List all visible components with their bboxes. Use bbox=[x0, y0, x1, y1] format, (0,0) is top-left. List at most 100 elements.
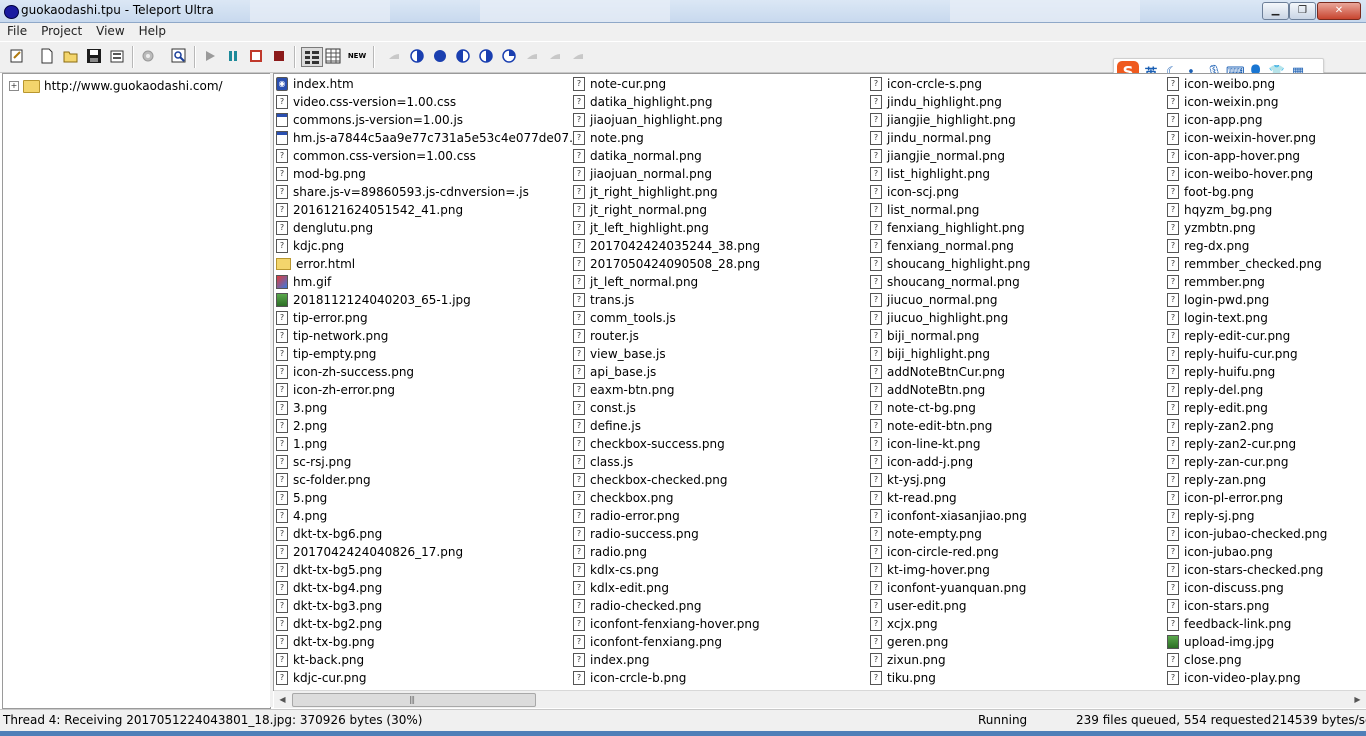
file-list-item[interactable]: ? note.png bbox=[573, 129, 760, 147]
file-list-item[interactable]: ? list_normal.png bbox=[870, 201, 1030, 219]
file-list-item[interactable]: ? jindu_normal.png bbox=[870, 129, 1030, 147]
speed-1-icon[interactable] bbox=[386, 48, 402, 64]
file-list-item[interactable]: ? datika_highlight.png bbox=[573, 93, 760, 111]
file-list-item[interactable]: ? reply-huifu.png bbox=[1167, 363, 1327, 381]
file-list-item[interactable]: ? kdlx-cs.png bbox=[573, 561, 760, 579]
file-list-item[interactable]: ? geren.png bbox=[870, 633, 1030, 651]
file-list-item[interactable]: ? biji_highlight.png bbox=[870, 345, 1030, 363]
file-list-item[interactable]: ? icon-crcle-b.png bbox=[573, 669, 760, 687]
file-list-item[interactable]: ? iconfont-fenxiang.png bbox=[573, 633, 760, 651]
file-list-item[interactable]: ? jt_right_highlight.png bbox=[573, 183, 760, 201]
file-list-item[interactable]: ? icon-circle-red.png bbox=[870, 543, 1030, 561]
file-list-item[interactable]: ? note-ct-bg.png bbox=[870, 399, 1030, 417]
file-list-item[interactable]: ? kdjc.png bbox=[276, 237, 582, 255]
file-list-item[interactable]: ? icon-pl-error.png bbox=[1167, 489, 1327, 507]
file-list-item[interactable]: ? zixun.png bbox=[870, 651, 1030, 669]
list-view-icon[interactable] bbox=[325, 48, 341, 64]
file-list[interactable]: ◉ index.htm? video.css-version=1.00.css com… bbox=[273, 73, 1366, 691]
file-list-item[interactable]: ? 4.png bbox=[276, 507, 582, 525]
file-list-item[interactable]: ? reply-edit.png bbox=[1167, 399, 1327, 417]
file-list-item[interactable]: ? 5.png bbox=[276, 489, 582, 507]
close-button[interactable]: ✕ bbox=[1317, 2, 1361, 20]
preview-icon[interactable] bbox=[171, 48, 187, 64]
file-list-item[interactable]: ? remmber_checked.png bbox=[1167, 255, 1327, 273]
file-list-item[interactable]: ? icon-stars.png bbox=[1167, 597, 1327, 615]
file-list-item[interactable]: ? const.js bbox=[573, 399, 760, 417]
file-list-item[interactable]: ? yzmbtn.png bbox=[1167, 219, 1327, 237]
speed-4-icon[interactable] bbox=[455, 48, 471, 64]
file-list-item[interactable]: ? jt_right_normal.png bbox=[573, 201, 760, 219]
speed-8-icon[interactable] bbox=[547, 48, 563, 64]
pause-icon[interactable] bbox=[225, 48, 241, 64]
file-list-item[interactable]: ? kt-read.png bbox=[870, 489, 1030, 507]
file-list-item[interactable]: ? dkt-tx-bg5.png bbox=[276, 561, 582, 579]
file-list-item[interactable]: ? denglutu.png bbox=[276, 219, 582, 237]
file-list-item[interactable]: ? feedback-link.png bbox=[1167, 615, 1327, 633]
file-list-item[interactable]: ? addNoteBtn.png bbox=[870, 381, 1030, 399]
new-project-icon[interactable] bbox=[9, 48, 25, 64]
tree-node-root[interactable]: + http://www.guokaodashi.com/ bbox=[9, 79, 223, 93]
open-icon[interactable] bbox=[63, 48, 79, 64]
file-list-item[interactable]: ? icon-weixin.png bbox=[1167, 93, 1327, 111]
file-list-item[interactable]: ? jiucuo_normal.png bbox=[870, 291, 1030, 309]
file-list-item[interactable]: 2018112124040203_65-1.jpg bbox=[276, 291, 582, 309]
file-list-item[interactable]: ? dkt-tx-bg4.png bbox=[276, 579, 582, 597]
menu-help[interactable]: Help bbox=[132, 23, 173, 39]
file-list-item[interactable]: ? tiku.png bbox=[870, 669, 1030, 687]
speed-7-icon[interactable] bbox=[524, 48, 540, 64]
file-list-item[interactable]: ? biji_normal.png bbox=[870, 327, 1030, 345]
new-view-icon[interactable]: NEW bbox=[347, 48, 367, 64]
file-list-item[interactable]: ? mod-bg.png bbox=[276, 165, 582, 183]
file-list-item[interactable]: ? router.js bbox=[573, 327, 760, 345]
speed-3-icon[interactable] bbox=[432, 48, 448, 64]
file-list-item[interactable]: ? icon-video-play.png bbox=[1167, 669, 1327, 687]
file-list-item[interactable]: ? icon-crcle-s.png bbox=[870, 75, 1030, 93]
file-list-item[interactable]: ? share.js-v=89860593.js-cdnversion=.js bbox=[276, 183, 582, 201]
file-list-item[interactable]: hm.gif bbox=[276, 273, 582, 291]
file-list-item[interactable]: ? list_highlight.png bbox=[870, 165, 1030, 183]
file-list-item[interactable]: ? comm_tools.js bbox=[573, 309, 760, 327]
file-list-item[interactable]: ? checkbox.png bbox=[573, 489, 760, 507]
file-list-item[interactable]: ? datika_normal.png bbox=[573, 147, 760, 165]
file-list-item[interactable]: ? icon-jubao-checked.png bbox=[1167, 525, 1327, 543]
file-list-item[interactable]: ? note-edit-btn.png bbox=[870, 417, 1030, 435]
file-list-item[interactable]: ? foot-bg.png bbox=[1167, 183, 1327, 201]
file-list-item[interactable]: ? login-pwd.png bbox=[1167, 291, 1327, 309]
file-list-item[interactable]: ? icon-add-j.png bbox=[870, 453, 1030, 471]
file-list-item[interactable]: ? reply-huifu-cur.png bbox=[1167, 345, 1327, 363]
file-list-item[interactable]: ? icon-stars-checked.png bbox=[1167, 561, 1327, 579]
file-list-item[interactable]: ? checkbox-checked.png bbox=[573, 471, 760, 489]
file-list-item[interactable]: ? radio-checked.png bbox=[573, 597, 760, 615]
file-list-item[interactable]: ? radio.png bbox=[573, 543, 760, 561]
file-list-item[interactable]: ? 3.png bbox=[276, 399, 582, 417]
file-list-item[interactable]: ? index.png bbox=[573, 651, 760, 669]
stop-icon[interactable] bbox=[248, 48, 264, 64]
file-list-item[interactable]: ? sc-rsj.png bbox=[276, 453, 582, 471]
file-list-item[interactable]: ? jt_left_highlight.png bbox=[573, 219, 760, 237]
file-list-item[interactable]: ? reply-zan-cur.png bbox=[1167, 453, 1327, 471]
file-list-item[interactable]: ? video.css-version=1.00.css bbox=[276, 93, 582, 111]
speed-9-icon[interactable] bbox=[570, 48, 586, 64]
file-list-item[interactable]: ? 1.png bbox=[276, 435, 582, 453]
file-list-item[interactable]: ? dkt-tx-bg3.png bbox=[276, 597, 582, 615]
maximize-button[interactable]: ❐ bbox=[1289, 2, 1316, 20]
file-list-item[interactable]: ? note-empty.png bbox=[870, 525, 1030, 543]
file-list-item[interactable]: ? reply-zan2.png bbox=[1167, 417, 1327, 435]
file-list-item[interactable]: upload-img.jpg bbox=[1167, 633, 1327, 651]
file-list-item[interactable]: ? kdlx-edit.png bbox=[573, 579, 760, 597]
file-list-item[interactable]: ? close.png bbox=[1167, 651, 1327, 669]
title-bar[interactable]: guokaodashi.tpu - Teleport Ultra ▁ ❐ ✕ bbox=[0, 0, 1366, 23]
file-list-item[interactable]: ? 2017042424040826_17.png bbox=[276, 543, 582, 561]
file-list-item[interactable]: ? 2017042424035244_38.png bbox=[573, 237, 760, 255]
file-list-item[interactable]: ? icon-weibo.png bbox=[1167, 75, 1327, 93]
new-icon[interactable] bbox=[39, 48, 55, 64]
file-list-item[interactable]: ? icon-app-hover.png bbox=[1167, 147, 1327, 165]
file-list-item[interactable]: ? icon-jubao.png bbox=[1167, 543, 1327, 561]
details-view-icon[interactable] bbox=[301, 47, 323, 67]
file-list-item[interactable]: ? jt_left_normal.png bbox=[573, 273, 760, 291]
file-list-item[interactable]: ? icon-app.png bbox=[1167, 111, 1327, 129]
menu-view[interactable]: View bbox=[89, 23, 131, 39]
file-list-item[interactable]: ? icon-zh-success.png bbox=[276, 363, 582, 381]
file-list-item[interactable]: ? user-edit.png bbox=[870, 597, 1030, 615]
speed-2-icon[interactable] bbox=[409, 48, 425, 64]
